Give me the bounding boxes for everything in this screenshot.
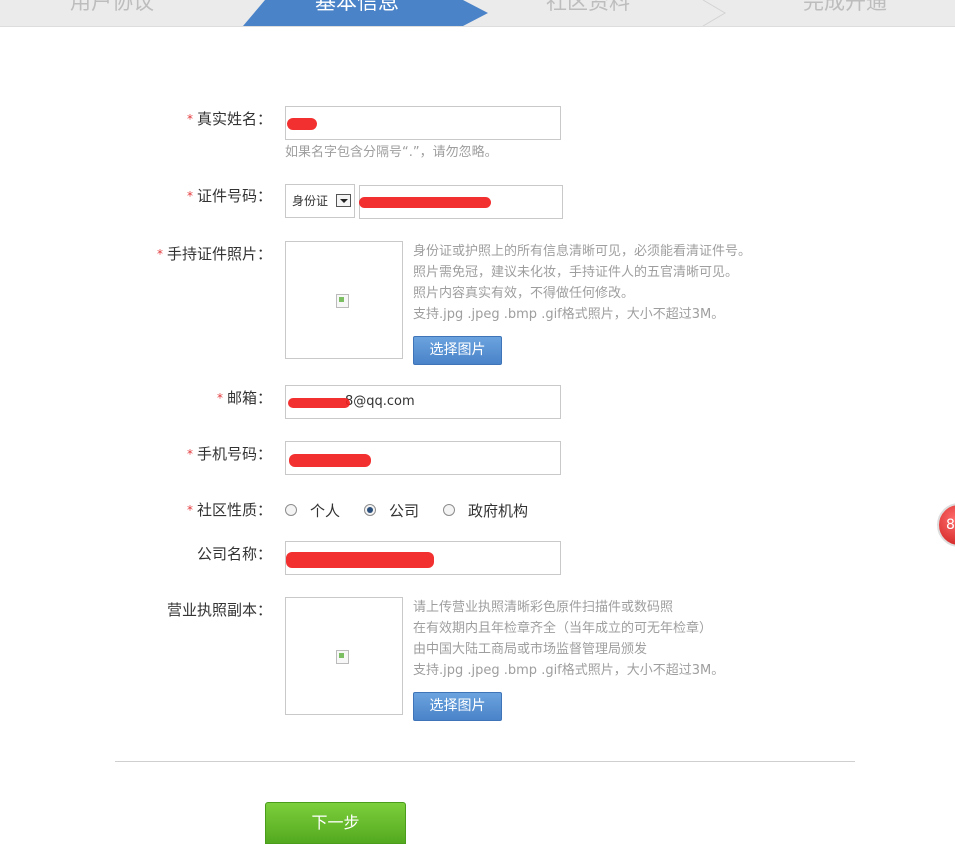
redaction-scribble xyxy=(288,398,350,408)
chevron-down-icon[interactable] xyxy=(336,194,351,207)
radio-personal-label[interactable]: 个人 xyxy=(310,500,340,521)
id-number-label: * 证件号码： xyxy=(186,187,272,205)
divider xyxy=(115,761,855,762)
redaction-scribble xyxy=(359,197,491,208)
broken-image-icon xyxy=(336,650,349,664)
radio-government-label[interactable]: 政府机构 xyxy=(468,500,528,521)
email-label: * 邮箱： xyxy=(216,389,272,407)
id-photo-hint-3: 照片内容真实有效，不得做任何修改。 xyxy=(413,286,635,301)
id-type-value: 身份证 xyxy=(292,194,329,208)
id-photo-hint-4: 支持.jpg .jpeg .bmp .gif格式照片，大小不超过3M。 xyxy=(413,307,725,322)
id-photo-label: * 手持证件照片： xyxy=(156,245,272,263)
id-photo-hint-1: 身份证或护照上的所有信息清晰可见，必须能看清证件号。 xyxy=(413,244,752,259)
license-hint-3: 由中国大陆工商局或市场监督管理局颁发 xyxy=(413,642,648,657)
step-divider xyxy=(702,0,726,26)
next-button[interactable]: 下一步 xyxy=(265,802,406,844)
radio-company-label[interactable]: 公司 xyxy=(389,500,419,521)
license-choose-button[interactable]: 选择图片 xyxy=(413,692,502,721)
radio-government[interactable] xyxy=(443,504,456,516)
community-type-label: * 社区性质： xyxy=(186,501,272,519)
company-name-label: 公司名称： xyxy=(196,545,272,563)
id-photo-preview xyxy=(285,241,403,359)
redaction-scribble xyxy=(289,454,371,467)
radio-personal[interactable] xyxy=(285,504,297,516)
step-bar: 用户协议 基本信息 社区资料 完成开通 xyxy=(0,0,955,27)
step-community-info: 社区资料 xyxy=(546,0,630,14)
id-photo-hint-2: 照片需免冠，建议未化妆，手持证件人的五官清晰可见。 xyxy=(413,265,739,280)
license-hint-1: 请上传营业执照清晰彩色原件扫描件或数码照 xyxy=(413,600,674,615)
real-name-hint: 如果名字包含分隔号“.”，请勿忽略。 xyxy=(285,145,498,160)
required-mark: * xyxy=(186,112,193,126)
real-name-label: * 真实姓名： xyxy=(186,110,272,128)
id-photo-choose-button[interactable]: 选择图片 xyxy=(413,336,502,365)
step-user-agreement: 用户协议 xyxy=(70,0,154,14)
license-photo-preview xyxy=(285,597,403,715)
id-type-select[interactable]: 身份证 xyxy=(285,184,355,218)
broken-image-icon xyxy=(336,294,349,308)
community-type-radio-group: 个人 公司 政府机构 xyxy=(285,499,552,521)
phone-label: * 手机号码： xyxy=(186,445,272,463)
redaction-scribble xyxy=(287,118,317,130)
redaction-scribble xyxy=(286,552,434,568)
real-name-input[interactable] xyxy=(285,106,561,140)
license-hint-2: 在有效期内且年检章齐全（当年成立的可无年检章） xyxy=(413,621,713,636)
floating-badge[interactable]: 8 xyxy=(937,503,955,547)
license-label: 营业执照副本： xyxy=(166,601,272,619)
radio-company[interactable] xyxy=(364,504,377,516)
step-complete: 完成开通 xyxy=(803,0,887,14)
step-basic-info: 基本信息 xyxy=(315,0,399,14)
license-hint-4: 支持.jpg .jpeg .bmp .gif格式照片，大小不超过3M。 xyxy=(413,663,725,678)
